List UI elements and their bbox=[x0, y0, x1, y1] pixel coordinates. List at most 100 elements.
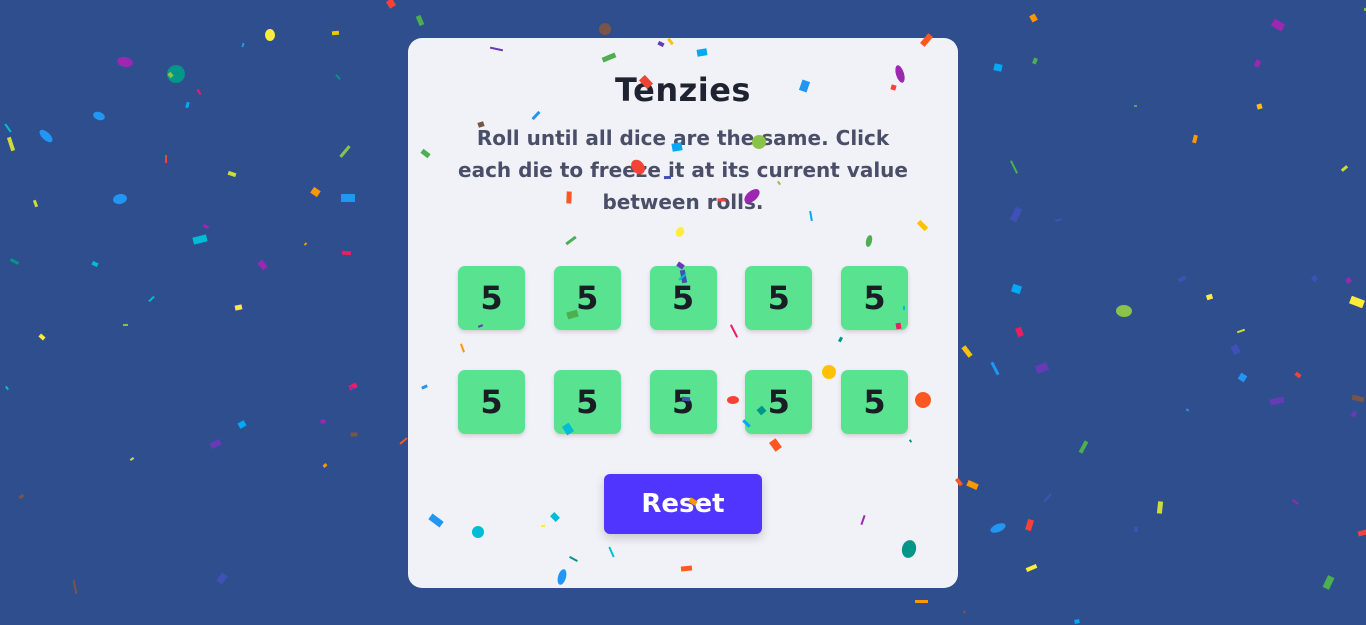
die-1[interactable]: 5 bbox=[458, 266, 525, 330]
confetti-piece bbox=[5, 385, 9, 391]
die-7[interactable]: 5 bbox=[553, 370, 621, 434]
confetti-piece bbox=[1078, 440, 1089, 454]
confetti-piece bbox=[1025, 564, 1038, 572]
confetti-piece bbox=[1322, 575, 1335, 590]
confetti-piece bbox=[331, 30, 340, 36]
confetti-piece bbox=[1294, 371, 1302, 379]
confetti-piece bbox=[1310, 274, 1319, 283]
confetti-piece bbox=[1032, 57, 1038, 65]
game-card: Tenzies Roll until all dice are the same… bbox=[408, 38, 958, 588]
confetti-piece bbox=[6, 136, 16, 152]
confetti-piece bbox=[1351, 394, 1365, 403]
confetti-piece bbox=[1010, 160, 1018, 174]
die-5[interactable]: 5 bbox=[841, 266, 908, 330]
confetti-piece bbox=[32, 199, 39, 208]
confetti-piece bbox=[415, 14, 425, 27]
confetti-piece bbox=[209, 439, 222, 449]
die-10[interactable]: 5 bbox=[841, 370, 908, 434]
confetti-piece bbox=[93, 111, 105, 121]
confetti-piece bbox=[167, 71, 174, 79]
die-4[interactable]: 5 bbox=[745, 266, 813, 330]
confetti-piece bbox=[1015, 326, 1024, 338]
confetti-piece bbox=[1205, 293, 1214, 301]
confetti-piece bbox=[216, 572, 228, 585]
confetti-piece bbox=[1269, 396, 1285, 406]
confetti-piece bbox=[237, 420, 247, 429]
confetti-piece bbox=[1237, 372, 1248, 383]
confetti-piece bbox=[1133, 526, 1139, 533]
confetti-piece bbox=[1009, 206, 1023, 223]
confetti-piece bbox=[234, 304, 243, 311]
confetti-piece bbox=[1340, 165, 1349, 172]
confetti-piece bbox=[962, 610, 967, 614]
confetti-piece bbox=[915, 600, 928, 603]
confetti-piece bbox=[91, 260, 99, 268]
confetti-piece bbox=[1010, 283, 1023, 295]
confetti-piece bbox=[4, 123, 12, 133]
confetti-piece bbox=[241, 42, 245, 48]
confetti-piece bbox=[117, 56, 133, 68]
confetti-piece bbox=[966, 480, 979, 490]
confetti-piece bbox=[385, 0, 397, 9]
die-9[interactable]: 5 bbox=[745, 370, 813, 434]
confetti-piece bbox=[1345, 277, 1352, 284]
confetti-piece bbox=[122, 323, 129, 327]
confetti-piece bbox=[1177, 275, 1187, 283]
confetti-piece bbox=[72, 579, 78, 595]
confetti-piece bbox=[264, 29, 276, 41]
confetti-piece bbox=[990, 361, 1000, 376]
confetti-piece bbox=[1025, 518, 1034, 532]
confetti-piece bbox=[1043, 493, 1052, 503]
confetti-piece bbox=[1054, 218, 1063, 222]
confetti-piece bbox=[350, 432, 358, 437]
confetti-piece bbox=[1029, 13, 1038, 23]
game-instructions: Roll until all dice are the same. Click … bbox=[458, 126, 908, 214]
game-title: Tenzies bbox=[615, 71, 751, 109]
confetti-piece bbox=[164, 154, 168, 164]
die-2[interactable]: 5 bbox=[553, 266, 621, 330]
confetti-piece bbox=[167, 65, 185, 83]
confetti-piece bbox=[1156, 501, 1164, 514]
confetti-piece bbox=[129, 457, 135, 461]
die-6[interactable]: 5 bbox=[458, 370, 525, 434]
confetti-piece bbox=[38, 333, 46, 341]
confetti-piece bbox=[303, 242, 308, 246]
confetti-piece bbox=[399, 437, 408, 445]
confetti-piece bbox=[1236, 328, 1246, 334]
die-3[interactable]: 5 bbox=[649, 266, 717, 330]
confetti-piece bbox=[335, 74, 341, 80]
confetti-piece bbox=[1349, 295, 1365, 309]
confetti-piece bbox=[1074, 619, 1080, 624]
confetti-piece bbox=[113, 193, 127, 205]
confetti-piece bbox=[1357, 528, 1366, 537]
reset-button[interactable]: Reset bbox=[604, 474, 762, 534]
confetti-piece bbox=[1034, 362, 1050, 374]
confetti-piece bbox=[1350, 410, 1358, 418]
confetti-piece bbox=[227, 170, 237, 178]
confetti-piece bbox=[310, 186, 321, 198]
confetti-piece bbox=[148, 295, 155, 303]
confetti-piece bbox=[993, 63, 1003, 72]
confetti-piece bbox=[1192, 134, 1198, 144]
confetti-piece bbox=[18, 493, 25, 500]
die-8[interactable]: 5 bbox=[649, 370, 717, 434]
confetti-piece bbox=[1256, 103, 1263, 110]
dice-grid: 5 5 5 5 5 5 5 5 5 5 bbox=[458, 266, 908, 434]
confetti-piece bbox=[1116, 304, 1132, 318]
confetti-piece bbox=[1270, 18, 1286, 32]
confetti-piece bbox=[192, 234, 208, 245]
confetti-piece bbox=[9, 258, 20, 265]
confetti-piece bbox=[349, 385, 355, 391]
confetti-piece bbox=[990, 523, 1006, 533]
confetti-piece bbox=[320, 419, 326, 424]
confetti-piece bbox=[39, 129, 53, 143]
confetti-piece bbox=[257, 259, 268, 271]
confetti-piece bbox=[185, 101, 190, 109]
confetti-piece bbox=[961, 345, 973, 358]
confetti-piece bbox=[1253, 59, 1262, 68]
confetti-piece bbox=[339, 145, 351, 158]
confetti-piece bbox=[341, 250, 352, 256]
confetti-piece bbox=[348, 382, 358, 391]
confetti-piece bbox=[1133, 104, 1138, 108]
confetti-piece bbox=[1230, 343, 1241, 356]
